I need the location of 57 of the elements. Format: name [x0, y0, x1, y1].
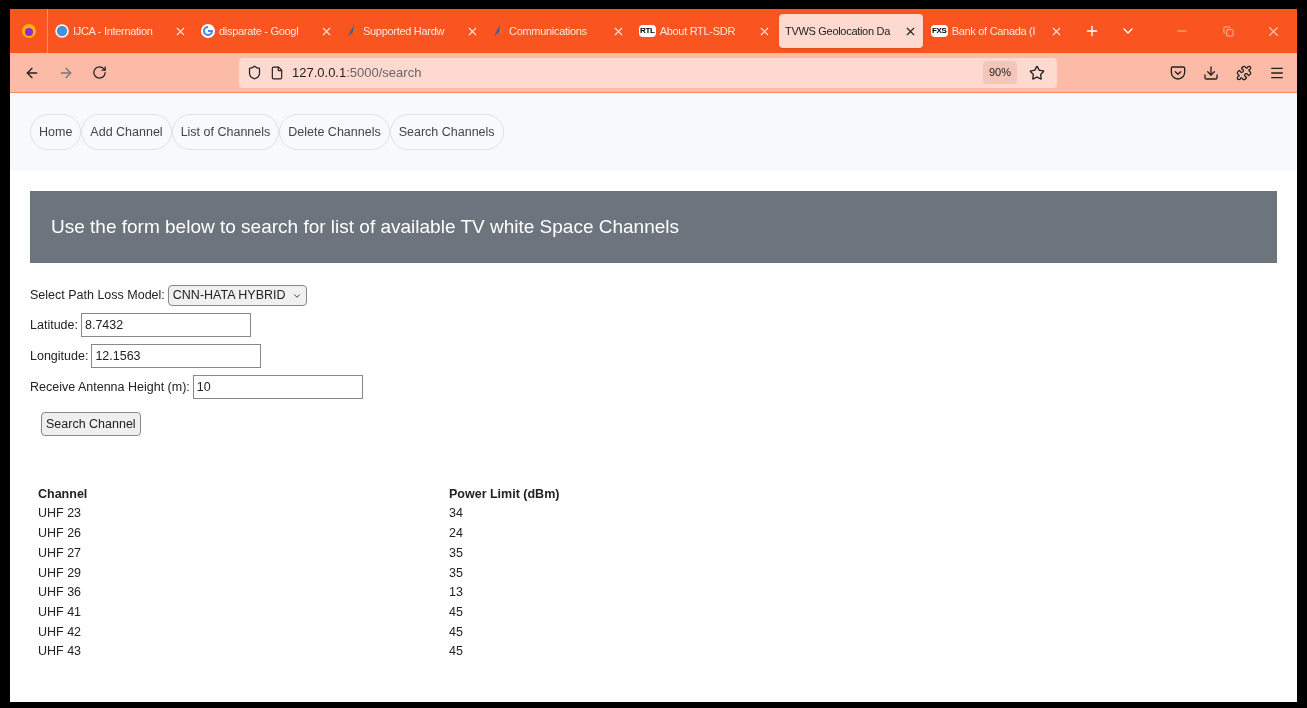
text-field[interactable]: 10 [192, 375, 363, 399]
star-icon[interactable] [1029, 64, 1045, 81]
tab-title: About RTL-SDR [659, 23, 737, 39]
column-header: Channel [38, 484, 449, 504]
browser-tab[interactable]: TVWS Geolocation Da [779, 14, 923, 48]
field-label: Longitude: [30, 347, 89, 365]
table-cell-text: 35 [449, 544, 464, 562]
table-cell: UHF 41 [38, 602, 449, 623]
banner-text: Use the form below to search for list of available TV white Space Channels [51, 214, 680, 239]
google-g-icon [201, 24, 215, 38]
text-field[interactable]: 8.7432 [80, 313, 251, 337]
column-header: Power Limit (dBm) [449, 485, 560, 503]
restore-icon[interactable] [1223, 25, 1234, 37]
pocket-icon[interactable] [1170, 64, 1186, 81]
reload-icon[interactable] [92, 65, 107, 80]
table-cell: UHF 29 [38, 563, 449, 583]
table-cell: UHF 23 [38, 504, 449, 524]
table-cell: UHF 43 [38, 641, 449, 662]
logo-icon: FXS [931, 25, 948, 37]
field-label: Receive Antenna Height (m): [30, 378, 190, 396]
table-cell-text: 35 [449, 564, 464, 582]
new-tab-icon[interactable] [1084, 23, 1100, 39]
tab-title: TVWS Geolocation Da [785, 23, 892, 39]
select-field[interactable]: CNN-HATA HYBRID [167, 285, 307, 306]
text-field[interactable]: 12.1563 [91, 344, 262, 368]
tab-title: IJCA - Internation [73, 23, 154, 39]
zoom-badge[interactable]: 90% [982, 61, 1017, 84]
search-button[interactable]: Search Channel [41, 412, 141, 436]
tab-title: Bank of Canada (I [951, 23, 1037, 39]
address-bar[interactable]: 127.0.0.1:5000/search 90% [239, 57, 1057, 88]
tab-title: disparate - Googl [219, 23, 300, 39]
table-cell: UHF 27 [38, 543, 449, 564]
tab-title: Supported Hardw [363, 23, 446, 39]
field-label: Latitude: [30, 316, 78, 334]
table-cell: UHF 42 [38, 622, 449, 642]
url-text: 127.0.0.1:5000/search [292, 63, 422, 82]
peak-icon [347, 24, 359, 38]
table-cell: UHF 26 [38, 523, 449, 544]
table-cell-text: 24 [449, 525, 464, 543]
field-label: Select Path Loss Model: [30, 287, 165, 305]
browser-logo-icon[interactable] [20, 23, 37, 39]
download-icon[interactable] [1203, 64, 1219, 81]
table-cell-text: 34 [449, 505, 464, 523]
browser-tab[interactable]: FXS Bank of Canada (I [925, 14, 1069, 48]
table-cell-text: 45 [449, 623, 464, 641]
table-cell-text: 45 [449, 603, 464, 621]
page-icon [270, 65, 284, 80]
table-cell: UHF 36 [38, 582, 449, 603]
tab-title: Communications [509, 23, 588, 39]
extensions-icon[interactable] [1236, 64, 1252, 81]
peak-icon [493, 24, 505, 38]
globe-icon [55, 24, 69, 38]
table-cell-text: 13 [449, 584, 464, 602]
logo-icon: RTL [639, 25, 656, 37]
browser-tab[interactable]: RTL About RTL-SDR [633, 14, 777, 48]
table-cell-text: 45 [449, 643, 464, 661]
shield-icon [247, 65, 262, 80]
